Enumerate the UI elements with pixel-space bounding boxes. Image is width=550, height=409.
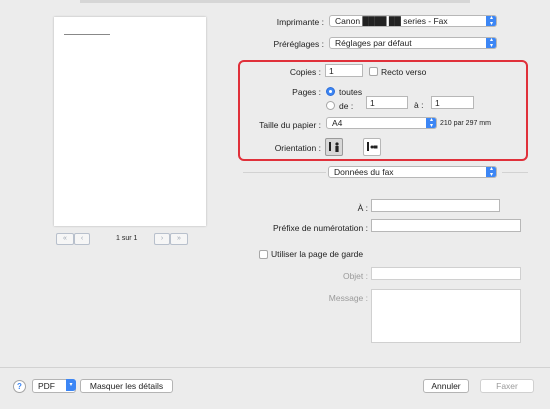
popup-arrows-icon: ▴ ▾: [486, 38, 496, 48]
message-label: Message :: [328, 293, 368, 303]
pdf-menu-button[interactable]: PDF ▾: [32, 379, 76, 393]
section-value: Données du fax: [334, 167, 394, 177]
subject-field[interactable]: [371, 267, 521, 280]
orientation-landscape-button[interactable]: [363, 138, 381, 156]
orientation-label: Orientation :: [274, 143, 321, 153]
pages-label: Pages :: [292, 87, 321, 97]
last-page-button[interactable]: »: [170, 233, 188, 245]
orientation-portrait-button[interactable]: [325, 138, 343, 156]
prev-page-button[interactable]: ‹: [74, 233, 90, 245]
popup-arrows-icon: ▴ ▾: [486, 167, 496, 177]
presets-select[interactable]: Réglages par défaut ▴ ▾: [329, 37, 497, 49]
presets-label: Préréglages :: [273, 39, 324, 49]
recipient-label: À :: [357, 203, 368, 213]
pages-to-field[interactable]: 1: [431, 96, 474, 109]
paper-size-select[interactable]: A4 ▴ ▾: [326, 117, 437, 129]
divider: [243, 172, 326, 173]
duplex-checkbox[interactable]: [369, 67, 378, 76]
dial-prefix-field[interactable]: [371, 219, 521, 232]
pages-to-label: à :: [414, 100, 424, 110]
landscape-icon: [367, 142, 378, 151]
section-select[interactable]: Données du fax ▴ ▾: [328, 166, 497, 178]
cover-page-checkbox[interactable]: [259, 250, 268, 259]
pages-all-label: toutes: [339, 87, 363, 97]
pdf-label: PDF: [38, 381, 55, 391]
next-page-button[interactable]: ›: [154, 233, 170, 245]
help-button[interactable]: ?: [13, 380, 26, 393]
page-count-label: 1 sur 1: [116, 235, 138, 242]
portrait-icon: [329, 142, 339, 152]
paper-dimensions: 210 par 297 mm: [440, 120, 491, 127]
copies-field[interactable]: 1: [325, 64, 363, 77]
pages-from-field[interactable]: 1: [366, 96, 408, 109]
fax-button[interactable]: Faxer: [480, 379, 534, 393]
pages-all-radio[interactable]: [326, 87, 335, 96]
pages-from-label: de :: [339, 101, 354, 111]
page-preview: [54, 17, 206, 226]
presets-value: Réglages par défaut: [335, 38, 412, 48]
cancel-button[interactable]: Annuler: [423, 379, 469, 393]
hide-details-button[interactable]: Masquer les détails: [80, 379, 173, 393]
chevron-down-icon: ▾: [66, 379, 76, 391]
preview-text-line: [64, 34, 110, 35]
paper-size-label: Taille du papier :: [259, 120, 321, 130]
printer-value: Canon ████ ██ series - Fax: [335, 16, 448, 26]
paper-size-value: A4: [332, 118, 343, 128]
divider: [502, 172, 528, 173]
printer-select[interactable]: Canon ████ ██ series - Fax ▴ ▾: [329, 15, 497, 27]
duplex-label: Recto verso: [381, 67, 427, 77]
printer-label: Imprimante :: [276, 17, 324, 27]
footer-divider: [0, 367, 550, 368]
message-field[interactable]: [371, 289, 521, 343]
popup-arrows-icon: ▴ ▾: [486, 16, 496, 26]
window-top-edge: [80, 0, 470, 3]
cover-page-label: Utiliser la page de garde: [271, 249, 364, 259]
pages-range-radio[interactable]: [326, 101, 335, 110]
recipient-field[interactable]: [371, 199, 500, 212]
copies-label: Copies :: [289, 67, 321, 77]
first-page-button[interactable]: «: [56, 233, 74, 245]
dial-prefix-label: Préfixe de numérotation :: [273, 223, 368, 233]
subject-label: Objet :: [342, 271, 368, 281]
popup-arrows-icon: ▴ ▾: [426, 118, 436, 128]
